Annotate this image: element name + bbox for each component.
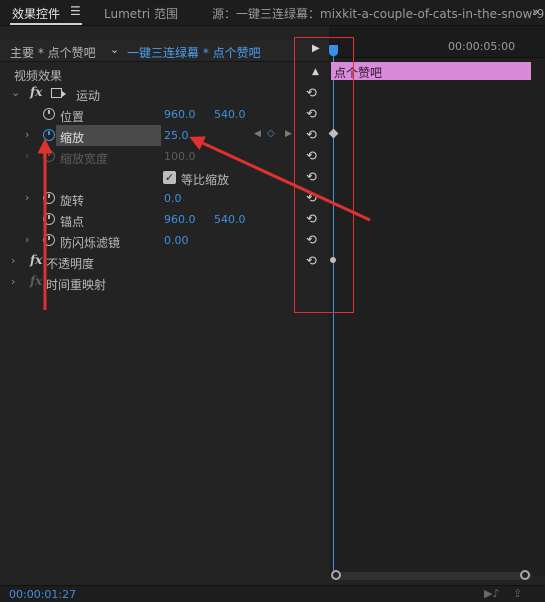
tab-effect-controls[interactable]: 效果控件 bbox=[12, 5, 60, 22]
effect-controls-pane: 主要 * 点个赞吧 ⌄ 一键三连绿幕 * 点个赞吧 ▶ 视频效果 ▲ ⌄ fx … bbox=[0, 26, 329, 576]
scrollbar-start-handle[interactable] bbox=[331, 570, 341, 580]
reset-icon[interactable]: ⟲ bbox=[306, 170, 317, 185]
scale-width-value: 100.0 bbox=[164, 150, 196, 163]
anchor-y-value[interactable]: 540.0 bbox=[214, 213, 246, 226]
master-clip-label[interactable]: 主要 * 点个赞吧 bbox=[10, 44, 96, 61]
scale-value[interactable]: 25.0 bbox=[164, 129, 189, 142]
show-timeline-toggle-icon[interactable]: ▶ bbox=[312, 43, 320, 54]
play-audio-icon[interactable]: ▶♪ bbox=[484, 587, 499, 600]
sequence-clip-label[interactable]: 一键三连绿幕 * 点个赞吧 bbox=[127, 44, 261, 61]
tab-source-monitor[interactable]: 源：一键三连绿幕：mixkit-a-couple-of-cats-in-the-… bbox=[212, 5, 545, 22]
current-timecode[interactable]: 00:00:01:27 bbox=[9, 588, 76, 601]
twirl-closed-icon[interactable]: › bbox=[25, 191, 29, 204]
add-keyframe-icon[interactable]: ◇ bbox=[267, 128, 275, 139]
ruler-timecode: 00:00:05:00 bbox=[448, 40, 516, 53]
position-x-value[interactable]: 960.0 bbox=[164, 108, 196, 121]
video-effects-label: 视频效果 bbox=[14, 69, 63, 83]
panel-tab-bar: 效果控件 ☰ Lumetri 范围 源：一键三连绿幕：mixkit-a-coup… bbox=[0, 0, 545, 26]
twirl-closed-icon[interactable]: › bbox=[11, 254, 15, 267]
fx-icon[interactable]: fx bbox=[30, 85, 42, 99]
time-ruler[interactable]: 00:00:05:00 bbox=[329, 26, 545, 58]
previous-keyframe-icon[interactable]: ◀ bbox=[254, 129, 261, 139]
scale-width-label: 缩放宽度 bbox=[60, 152, 109, 166]
chevron-down-icon[interactable]: ⌄ bbox=[110, 43, 119, 56]
fx-icon: fx bbox=[30, 274, 43, 288]
anti-flicker-value[interactable]: 0.00 bbox=[164, 234, 189, 247]
motion-label: 运动 bbox=[76, 89, 101, 103]
position-label: 位置 bbox=[60, 110, 85, 124]
anchor-label: 锚点 bbox=[60, 215, 85, 229]
panel-footer: 00:00:01:27 ▶♪ ⇪ bbox=[0, 585, 545, 602]
effect-row-opacity[interactable]: › fx 不透明度 ⟲ bbox=[0, 251, 329, 272]
twirl-closed-icon[interactable]: › bbox=[11, 275, 15, 288]
stopwatch-icon[interactable] bbox=[43, 192, 55, 204]
active-tab-indicator bbox=[10, 23, 82, 25]
rotation-value[interactable]: 0.0 bbox=[164, 192, 182, 205]
reset-icon[interactable]: ⟲ bbox=[306, 254, 317, 269]
reset-icon[interactable]: ⟲ bbox=[306, 233, 317, 248]
more-tabs-icon[interactable]: » bbox=[532, 5, 539, 18]
timeline-scrollbar[interactable] bbox=[332, 572, 532, 580]
uniform-scale-label: 等比缩放 bbox=[181, 173, 230, 187]
transform-box-icon[interactable] bbox=[51, 88, 66, 98]
scale-label: 缩放 bbox=[60, 131, 85, 145]
reset-icon[interactable]: ⟲ bbox=[306, 212, 317, 227]
rotation-label: 旋转 bbox=[60, 194, 85, 208]
twirl-closed-icon[interactable]: › bbox=[25, 233, 29, 246]
effect-row-motion[interactable]: ⌄ fx 运动 ⟲ bbox=[0, 83, 329, 104]
tab-lumetri-scopes[interactable]: Lumetri 范围 bbox=[104, 5, 178, 22]
anti-flicker-label: 防闪烁滤镜 bbox=[60, 236, 121, 250]
stopwatch-icon[interactable] bbox=[43, 213, 55, 225]
collapse-up-icon[interactable]: ▲ bbox=[312, 67, 319, 77]
stopwatch-icon[interactable] bbox=[43, 108, 55, 120]
opacity-keyframe-dot[interactable] bbox=[330, 257, 336, 263]
property-row-scale: › 缩放 25.0 ◀ ◇ ▶ ⟲ bbox=[0, 125, 329, 146]
playhead-handle[interactable] bbox=[329, 45, 338, 56]
export-icon[interactable]: ⇪ bbox=[513, 587, 522, 600]
fx-icon[interactable]: fx bbox=[30, 253, 42, 267]
video-effects-header: 视频效果 ▲ bbox=[0, 63, 329, 84]
reset-icon[interactable]: ⟲ bbox=[306, 86, 317, 101]
effect-timeline-pane[interactable]: 00:00:05:00 点个赞吧 bbox=[328, 26, 545, 580]
time-remap-label: 时间重映射 bbox=[46, 278, 107, 292]
property-row-rotation: › 旋转 0.0 ⟲ bbox=[0, 188, 329, 209]
property-row-position: 位置 960.0 540.0 ⟲ bbox=[0, 104, 329, 125]
reset-icon[interactable]: ⟲ bbox=[306, 107, 317, 122]
reset-icon[interactable]: ⟲ bbox=[306, 149, 317, 164]
property-row-uniform-scale: ✓ 等比缩放 ⟲ bbox=[0, 167, 329, 188]
position-y-value[interactable]: 540.0 bbox=[214, 108, 246, 121]
property-row-anchor: 锚点 960.0 540.0 ⟲ bbox=[0, 209, 329, 230]
next-keyframe-icon[interactable]: ▶ bbox=[285, 129, 292, 139]
property-row-anti-flicker: › 防闪烁滤镜 0.00 ⟲ bbox=[0, 230, 329, 251]
reset-icon[interactable]: ⟲ bbox=[306, 128, 317, 143]
scale-keyframe-diamond[interactable] bbox=[328, 128, 339, 139]
twirl-closed-icon: › bbox=[25, 149, 30, 162]
twirl-open-icon[interactable]: ⌄ bbox=[11, 86, 20, 99]
property-row-scale-width: › 缩放宽度 100.0 ⟲ bbox=[0, 146, 329, 167]
stopwatch-icon[interactable] bbox=[43, 234, 55, 246]
opacity-label: 不透明度 bbox=[46, 257, 95, 271]
twirl-closed-icon[interactable]: › bbox=[25, 128, 29, 141]
uniform-scale-checkbox[interactable]: ✓ bbox=[163, 171, 176, 184]
stopwatch-active-icon[interactable] bbox=[43, 129, 55, 141]
scrollbar-end-handle[interactable] bbox=[520, 570, 530, 580]
sequence-header-row: 主要 * 点个赞吧 ⌄ 一键三连绿幕 * 点个赞吧 ▶ bbox=[0, 40, 329, 62]
tab-menu-icon[interactable]: ☰ bbox=[70, 4, 81, 18]
stopwatch-icon bbox=[43, 150, 55, 162]
anchor-x-value[interactable]: 960.0 bbox=[164, 213, 196, 226]
reset-icon[interactable]: ⟲ bbox=[306, 191, 317, 206]
clip-bar[interactable]: 点个赞吧 bbox=[331, 62, 531, 80]
effect-row-time-remap[interactable]: › fx 时间重映射 bbox=[0, 272, 329, 293]
